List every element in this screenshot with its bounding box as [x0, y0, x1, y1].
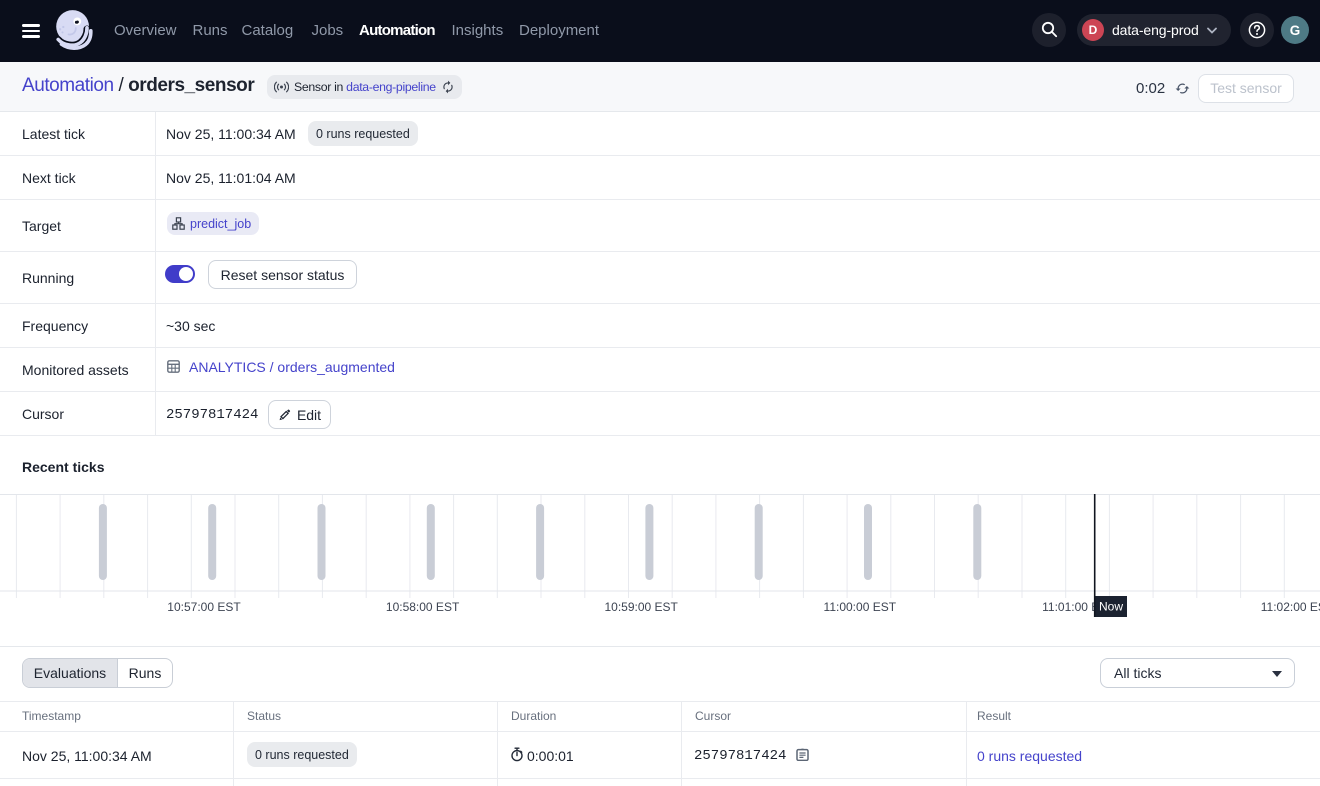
svg-text:11:02:00 EST: 11:02:00 EST [1261, 600, 1320, 614]
svg-text:10:57:00 EST: 10:57:00 EST [167, 600, 241, 614]
svg-text:11:00:00 EST: 11:00:00 EST [824, 600, 897, 614]
svg-text:Now: Now [1099, 600, 1123, 614]
svg-text:10:58:00 EST: 10:58:00 EST [386, 600, 460, 614]
svg-text:10:59:00 EST: 10:59:00 EST [605, 600, 679, 614]
